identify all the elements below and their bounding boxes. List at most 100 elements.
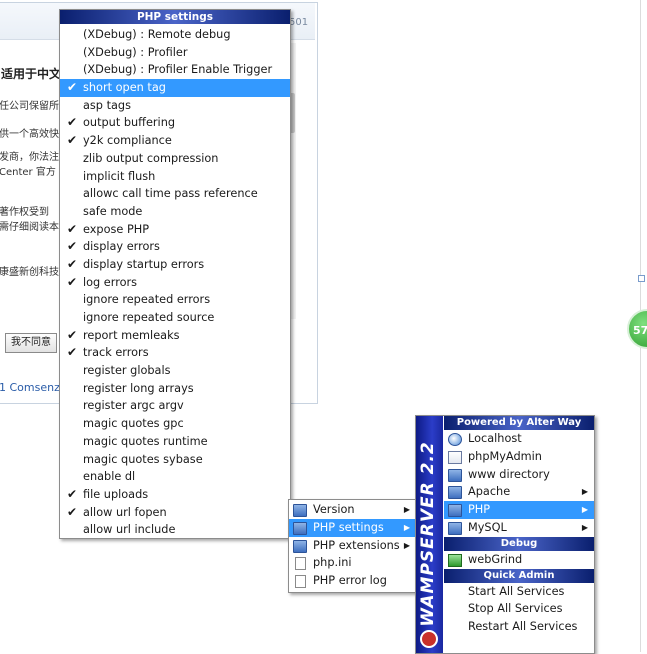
menu-item-xdebug-profiler-enable-trigger[interactable]: (XDebug) : Profiler Enable Trigger (60, 61, 290, 79)
folder-icon (448, 468, 462, 482)
license-text-line: Center 官方 (0, 167, 56, 178)
wamp-debug-items: webGrind (444, 551, 594, 569)
menu-item-register-long-arrays[interactable]: register long arrays (60, 380, 290, 398)
menu-item-restart-all-services[interactable]: Restart All Services (444, 618, 594, 636)
wamp-quick-admin-items: Start All Services Stop All Services Resta… (444, 583, 594, 636)
license-title: 适用于中文 (1, 67, 62, 81)
menu-item-version[interactable]: Version ▶ (289, 501, 416, 519)
decline-button[interactable]: 我不同意 (5, 333, 57, 353)
menu-item-label: zlib output compression (83, 151, 219, 165)
menu-item-label: Localhost (468, 432, 522, 445)
menu-item-label: magic quotes gpc (83, 417, 184, 431)
menu-item-label: register globals (83, 364, 171, 378)
menu-item-y2k-compliance[interactable]: ✔ y2k compliance (60, 132, 290, 150)
menu-item-ignore-repeated-errors[interactable]: ignore repeated errors (60, 291, 290, 309)
checkmark-icon: ✔ (67, 239, 78, 254)
menu-item-xdebug-remote-debug[interactable]: (XDebug) : Remote debug (60, 26, 290, 44)
menu-item-xdebug-profiler[interactable]: (XDebug) : Profiler (60, 44, 290, 62)
menu-item-implicit-flush[interactable]: implicit flush (60, 168, 290, 186)
folder-icon (448, 504, 462, 518)
menu-item-phpmyadmin[interactable]: phpMyAdmin (444, 448, 594, 466)
menu-item-label: short open tag (83, 81, 166, 95)
menu-item-report-memleaks[interactable]: ✔ report memleaks (60, 327, 290, 345)
menu-item-label: report memleaks (83, 328, 180, 342)
menu-item-allowc-call-time-pass-reference[interactable]: allowc call time pass reference (60, 185, 290, 203)
menu-item-label: phpMyAdmin (468, 449, 542, 463)
menu-item-zlib-output-compression[interactable]: zlib output compression (60, 150, 290, 168)
menu-item-file-uploads[interactable]: ✔ file uploads (60, 486, 290, 504)
folder-icon (293, 504, 307, 517)
menu-item-label: PHP error log (313, 574, 387, 588)
menu-item-label: magic quotes runtime (83, 434, 208, 448)
menu-item-label: ignore repeated source (83, 311, 215, 324)
floating-badge[interactable]: 57 (627, 309, 647, 349)
menu-item-mysql[interactable]: MySQL ▶ (444, 519, 594, 537)
checkmark-icon: ✔ (67, 221, 78, 236)
checkmark-icon: ✔ (67, 115, 78, 130)
menu-item-register-globals[interactable]: register globals (60, 362, 290, 380)
checkmark-icon: ✔ (67, 504, 78, 519)
menu-item-label: y2k compliance (83, 134, 172, 148)
menu-item-php-settings[interactable]: PHP settings ▶ (289, 518, 416, 537)
menu-item-localhost[interactable]: Localhost (444, 430, 594, 448)
checkmark-icon: ✔ (67, 327, 78, 342)
menu-item-display-errors[interactable]: ✔ display errors (60, 238, 290, 256)
globe-icon (448, 433, 462, 446)
license-text-line: 著作权受到 (0, 207, 49, 218)
menu-item-safe-mode[interactable]: safe mode (60, 203, 290, 221)
wamp-side-title: WAMPSERVER 2.2 (418, 441, 438, 627)
menu-item-register-argc-argv[interactable]: register argc argv (60, 397, 290, 415)
menu-item-label: file uploads (83, 487, 149, 501)
menu-item-allow-url-fopen[interactable]: ✔ allow url fopen (60, 504, 290, 522)
menu-item-track-errors[interactable]: ✔ track errors (60, 344, 290, 362)
submenu-arrow-icon: ▶ (581, 522, 588, 532)
php-settings-items: (XDebug) : Remote debug (XDebug) : Profil… (60, 24, 290, 539)
menu-item-apache[interactable]: Apache ▶ (444, 483, 594, 501)
menu-item-short-open-tag[interactable]: ✔ short open tag (60, 79, 290, 97)
debug-header: Debug (444, 536, 594, 551)
submenu-arrow-icon: ▶ (581, 487, 588, 497)
menu-item-php-ini[interactable]: php.ini (289, 554, 416, 572)
top-number: 501 (289, 17, 309, 28)
menu-item-webgrind[interactable]: webGrind (444, 551, 594, 569)
menu-item-www-directory[interactable]: www directory (444, 466, 594, 484)
footer-link[interactable]: 1 Comsenz (0, 381, 60, 394)
menu-item-php-extensions[interactable]: PHP extensions ▶ (289, 537, 416, 555)
menu-item-php-error-log[interactable]: PHP error log (289, 572, 416, 590)
menu-item-stop-all-services[interactable]: Stop All Services (444, 600, 594, 618)
menu-item-label: Apache (468, 485, 511, 499)
menu-item-magic-quotes-sybase[interactable]: magic quotes sybase (60, 451, 290, 469)
resize-handle[interactable] (638, 275, 645, 282)
menu-item-log-errors[interactable]: ✔ log errors (60, 274, 290, 292)
menu-item-label: PHP (468, 503, 491, 517)
menu-item-output-buffering[interactable]: ✔ output buffering (60, 114, 290, 132)
menu-item-start-all-services[interactable]: Start All Services (444, 583, 594, 601)
menu-item-magic-quotes-gpc[interactable]: magic quotes gpc (60, 415, 290, 433)
folder-icon (293, 521, 307, 535)
menu-item-label: PHP settings (313, 520, 384, 534)
menu-item-allow-url-include[interactable]: allow url include (60, 521, 290, 539)
menu-item-asp-tags[interactable]: asp tags (60, 97, 290, 115)
menu-item-label: track errors (83, 346, 149, 360)
menu-item-label: magic quotes sybase (83, 452, 203, 466)
menu-item-label: (XDebug) : Profiler (83, 45, 188, 59)
php-submenu: Version ▶ PHP settings ▶ PHP extensions ▶ php.… (288, 499, 417, 593)
checkmark-icon: ✔ (67, 274, 78, 289)
file-icon (295, 575, 306, 589)
php-settings-menu: PHP settings (XDebug) : Remote debug (XDe… (59, 9, 291, 539)
menu-item-php[interactable]: PHP ▶ (444, 501, 594, 519)
menu-item-label: allow url include (83, 523, 176, 537)
menu-item-label: enable dl (83, 470, 136, 484)
menu-item-label: ignore repeated errors (83, 293, 211, 307)
menu-item-label: asp tags (83, 98, 131, 112)
wamp-menu-body: Powered by Alter Way Localhost phpMyAdmin… (444, 416, 594, 636)
folder-icon (293, 539, 307, 553)
wamp-side-banner: WAMPSERVER 2.2 (416, 416, 443, 653)
menu-item-expose-php[interactable]: ✔ expose PHP (60, 221, 290, 239)
menu-item-magic-quotes-runtime[interactable]: magic quotes runtime (60, 433, 290, 451)
menu-item-display-startup-errors[interactable]: ✔ display startup errors (60, 256, 290, 274)
menu-item-enable-dl[interactable]: enable dl (60, 468, 290, 486)
checkmark-icon: ✔ (67, 80, 78, 95)
submenu-arrow-icon: ▶ (403, 540, 410, 550)
menu-item-ignore-repeated-source[interactable]: ignore repeated source (60, 309, 290, 327)
